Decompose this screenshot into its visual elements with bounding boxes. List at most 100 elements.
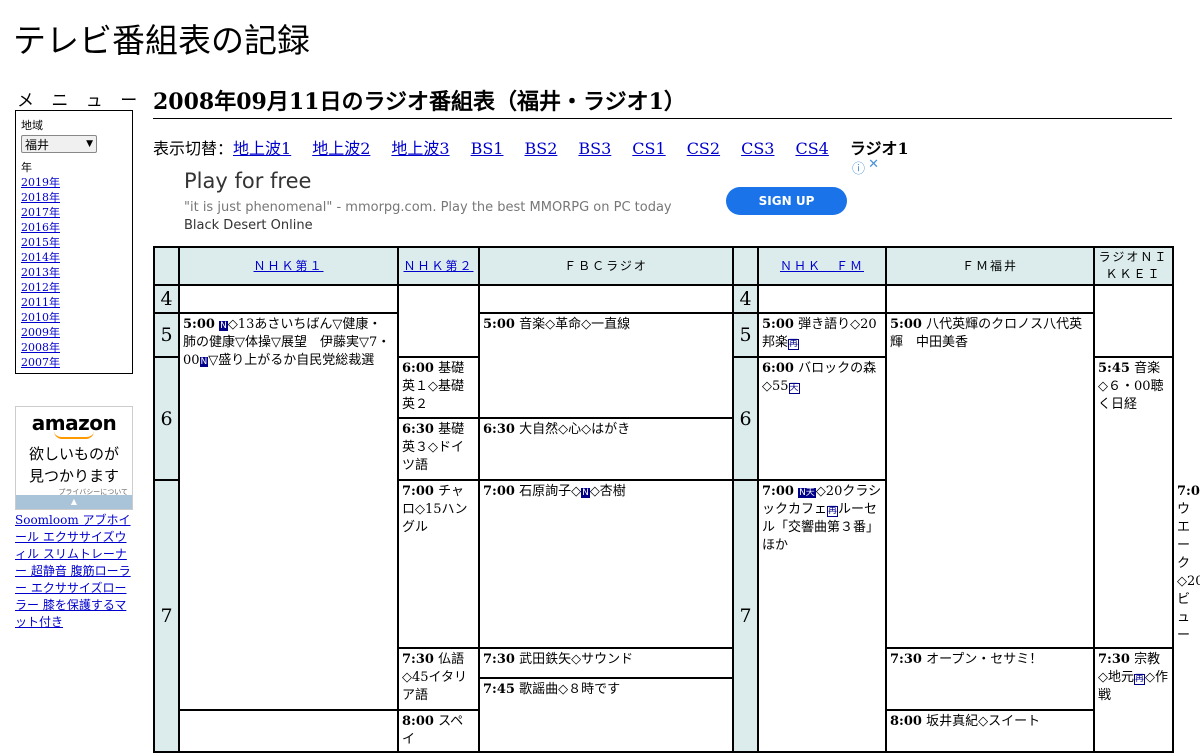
program-title: 歌謡曲◇８時です [519, 682, 621, 697]
ad-body-text: "it is just phenomenal" - mmorpg.com. Pl… [184, 200, 672, 215]
program-title: 音楽◇革命◇一直線 [519, 317, 631, 332]
program-cell[interactable]: 7:45 歌謡曲◇８時です [478, 677, 734, 753]
program-cell[interactable]: 5:00 音楽◇革命◇一直線 [478, 312, 734, 419]
switch-link-terrestrial3[interactable]: 地上波3 [391, 139, 449, 158]
info-icon[interactable]: ⓘ [852, 158, 865, 177]
channel-link[interactable]: ＮＨＫ ＦＭ [780, 259, 864, 273]
program-cell[interactable]: 6:00 バロックの森◇55天 [757, 356, 887, 481]
channel-link[interactable]: ＮＨＫ第２ [403, 259, 473, 273]
hour-cell: 6 [153, 356, 180, 481]
year-link[interactable]: 2010年 [21, 310, 127, 325]
year-link[interactable]: 2015年 [21, 235, 127, 250]
year-link[interactable]: 2007年 [21, 355, 127, 370]
amazon-ad-line2: 見つかります [28, 467, 119, 485]
program-time: 7:00 [402, 484, 434, 499]
switch-link-terrestrial2[interactable]: 地上波2 [312, 139, 370, 158]
channel-label: ＦＭ福井 [961, 259, 1018, 273]
rerun-badge: 再 [788, 339, 800, 350]
switch-link-terrestrial1[interactable]: 地上波1 [233, 139, 291, 158]
channel-header-fbc: ＦＢＣラジオ [478, 246, 734, 286]
program-cell[interactable]: 5:00 弾き語り◇20邦楽再 [757, 312, 887, 358]
hour-cell: 6 [732, 356, 759, 481]
page-title: 2008年09月11日のラジオ番組表（福井・ラジオ1） [153, 84, 1172, 119]
hour-cell: 5 [153, 312, 180, 358]
year-link[interactable]: 2016年 [21, 220, 127, 235]
switch-link-cs1[interactable]: CS1 [632, 139, 665, 158]
year-link[interactable]: 2017年 [21, 205, 127, 220]
program-title: ウエーク◇20ビュー [1177, 502, 1200, 643]
ad-title[interactable]: Play for free [184, 169, 311, 193]
program-cell[interactable]: 6:30 大自然◇心◇はがき [478, 417, 734, 481]
rerun-badge: 再 [1134, 674, 1146, 685]
program-cell[interactable]: 7:30 オープン・セサミ！ [885, 647, 1095, 711]
grid-corner [732, 246, 759, 286]
region-select[interactable]: 福井 ▼ [21, 135, 97, 153]
program-cell[interactable]: 5:00 八代英輝のクロノス八代英輝 中田美香 [885, 312, 1095, 649]
program-title: 武田鉄矢◇サウンド [519, 652, 634, 667]
program-cell[interactable]: 7:00 石原詢子◇N◇杏樹 [478, 479, 734, 649]
channel-header-nhk2[interactable]: ＮＨＫ第２ [397, 246, 480, 286]
program-cell-continued[interactable] [178, 709, 399, 753]
region-label: 地域 [21, 119, 43, 132]
ad-signup-button[interactable]: SIGN UP [726, 187, 847, 215]
channel-header-fmfukui: ＦＭ福井 [885, 246, 1095, 286]
program-cell-empty [1093, 284, 1174, 358]
program-cell[interactable]: 8:00 スペイ [397, 709, 480, 753]
close-icon[interactable]: ✕ [868, 157, 879, 172]
product-link[interactable]: Soomloom アブホイール エクササイズウィル スリムトレーナー 超静音 腹… [15, 513, 131, 629]
chevron-up-icon[interactable]: ▲ [16, 495, 132, 509]
hour-cell: 4 [153, 284, 180, 314]
program-cell-empty [178, 284, 399, 314]
program-cell[interactable]: 5:45 音楽◇６・00聴く日経 [1093, 356, 1174, 649]
switch-link-bs2[interactable]: BS2 [524, 139, 557, 158]
program-cell[interactable]: 7:30 宗教◇地元再◇作戦 [1093, 647, 1174, 753]
program-cell[interactable]: 6:30 基礎英３◇ドイツ語 [397, 417, 480, 481]
program-cell[interactable]: 6:00 基礎英１◇基礎英２ [397, 356, 480, 419]
hour-cell: 7 [153, 479, 180, 753]
switch-link-cs4[interactable]: CS4 [795, 139, 828, 158]
ad-body-brand: Black Desert Online [184, 218, 313, 233]
program-time: 7:30 [483, 652, 515, 667]
program-cell-empty [478, 284, 734, 314]
program-cell[interactable]: 8:00 坂井真紀◇スイート [885, 709, 1095, 753]
program-title: オープン・セサミ！ [926, 652, 1043, 667]
switch-current-radio1: ラジオ1 [849, 139, 909, 158]
year-link[interactable]: 2018年 [21, 190, 127, 205]
site-title: テレビ番組表の記録 [13, 21, 310, 60]
news-badge: N [199, 357, 209, 367]
program-cell[interactable]: 5:00 N◇13あさいちばん▽健康・肺の健康▽体操▽展望 伊藤実▽7・00N▽… [178, 312, 399, 711]
year-link[interactable]: 2019年 [21, 175, 127, 190]
year-link[interactable]: 2009年 [21, 325, 127, 340]
channel-header-nhkfm[interactable]: ＮＨＫ ＦＭ [757, 246, 887, 286]
switch-link-bs3[interactable]: BS3 [578, 139, 611, 158]
channel-header-nhk1[interactable]: ＮＨＫ第１ [178, 246, 399, 286]
year-link[interactable]: 2012年 [21, 280, 127, 295]
program-time: 7:00 [483, 484, 515, 499]
program-time: 7:30 [890, 652, 922, 667]
year-list: 2019年 2018年 2017年 2016年 2015年 2014年 2013… [21, 175, 127, 370]
grid-corner [153, 246, 180, 286]
program-cell[interactable]: 7:00 N天◇20クラシックカフェ再ルーセル「交響曲第３番」ほか [757, 479, 887, 753]
year-link[interactable]: 2011年 [21, 295, 127, 310]
program-cell[interactable]: 7:30 仏語◇45イタリア語 [397, 647, 480, 711]
hour-cell: 4 [732, 284, 759, 314]
switch-link-cs3[interactable]: CS3 [741, 139, 774, 158]
year-link[interactable]: 2008年 [21, 340, 127, 355]
program-time: 7:00 [1177, 484, 1200, 499]
program-time: 8:00 [890, 714, 922, 729]
program-time: 6:30 [483, 422, 515, 437]
year-link[interactable]: 2013年 [21, 265, 127, 280]
switch-link-bs1[interactable]: BS1 [471, 139, 504, 158]
hour-cell: 7 [732, 479, 759, 753]
year-label: 年 [21, 161, 32, 174]
amazon-ad[interactable]: amazon 欲しいものが 見つかります プライバシーについて ▲ [15, 406, 133, 510]
switch-link-cs2[interactable]: CS2 [687, 139, 720, 158]
program-cell[interactable]: 7:30 武田鉄矢◇サウンド [478, 647, 734, 679]
program-time: 7:45 [483, 682, 515, 697]
display-ad[interactable]: Play for free "it is just phenomenal" - … [153, 157, 881, 245]
year-link[interactable]: 2014年 [21, 250, 127, 265]
ad-body: "it is just phenomenal" - mmorpg.com. Pl… [184, 199, 694, 235]
channel-link[interactable]: ＮＨＫ第１ [253, 259, 323, 273]
program-cell[interactable]: 7:00 チャロ◇15ハングル [397, 479, 480, 649]
hour-cell: 5 [732, 312, 759, 358]
